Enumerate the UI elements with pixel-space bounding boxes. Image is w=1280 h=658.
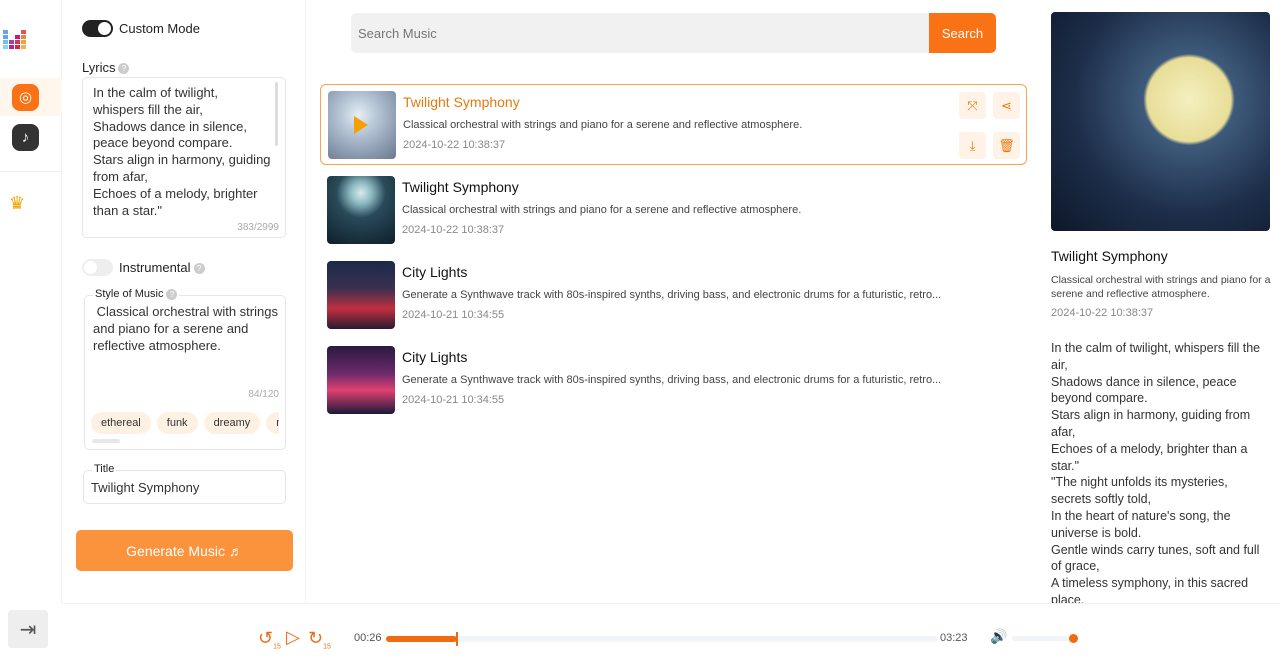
style-textarea[interactable]: Style of Music? Classical orchestral wit… [84,288,286,450]
tag[interactable]: funk [156,412,198,434]
song-item[interactable]: City Lights Generate a Synthwave track w… [320,255,1027,336]
generate-music-button[interactable]: Generate Music ♬ [76,530,293,571]
style-label: Style of Music? [93,288,180,300]
divider [0,171,62,172]
rail-library[interactable]: ♪ [0,118,62,156]
detail-date: 2024-10-22 10:38:37 [1051,307,1154,319]
expand-icon[interactable]: ⤧ [959,92,986,119]
tag[interactable]: ma [266,412,279,434]
title-input[interactable]: Title Twilight Symphony [83,463,286,504]
trash-icon[interactable]: 🗑 [993,132,1020,159]
rail-create-music[interactable]: ◎ [0,78,62,116]
tags-scrollbar[interactable] [92,439,120,443]
skip-forward-15-icon[interactable]: ↻15 [308,628,331,651]
song-thumbnail[interactable] [327,346,395,414]
title-label: Title [92,463,117,475]
song-thumbnail[interactable] [327,261,395,329]
duration: 03:23 [940,632,968,644]
song-title: City Lights [402,349,468,365]
song-title: Twilight Symphony [403,94,520,110]
current-time: 00:26 [354,632,382,644]
music-disc-icon: ◎ [12,83,39,111]
song-date: 2024-10-22 10:38:37 [402,224,505,236]
song-thumbnail[interactable] [327,176,395,244]
song-thumbnail[interactable] [328,91,396,159]
song-date: 2024-10-21 10:34:55 [402,394,505,406]
song-description: Classical orchestral with strings and pi… [403,119,803,131]
music-note-wave-icon: ♪ [12,123,39,151]
instrumental-label: Instrumental? [119,260,205,275]
song-description: Generate a Synthwave track with 80s-insp… [402,374,942,386]
volume-icon[interactable]: 🔊 [990,628,1007,645]
style-count: 84/120 [248,389,279,400]
side-rail: ◎ ♪ ♛ ⇥ [0,0,62,648]
song-description: Classical orchestral with strings and pi… [402,204,802,216]
style-tags: ethereal funk dreamy ma [91,412,279,434]
tag[interactable]: dreamy [203,412,261,434]
song-date: 2024-10-22 10:38:37 [403,139,506,151]
skip-back-15-icon[interactable]: ↺15 [258,628,281,651]
help-icon: ? [118,63,130,75]
progress-slider[interactable] [386,632,938,646]
download-icon[interactable]: ⤓ [959,132,986,159]
audio-player: ↺15 ▷ ↻15 00:26 03:23 🔊 [62,603,1280,658]
search-button[interactable]: Search [929,13,996,53]
detail-lyrics: In the calm of twilight, whispers fill t… [1051,341,1261,603]
song-title: City Lights [402,264,468,280]
exit-icon[interactable]: ⇥ [8,610,48,648]
app-logo [3,25,29,49]
play-button[interactable]: ▷ [286,627,300,648]
song-item[interactable]: Twilight Symphony Classical orchestral w… [320,170,1027,251]
song-date: 2024-10-21 10:34:55 [402,309,505,321]
tag[interactable]: ethereal [91,412,151,434]
song-item[interactable]: Twilight Symphony Classical orchestral w… [320,84,1027,165]
song-title: Twilight Symphony [402,179,519,195]
custom-mode-toggle[interactable] [82,20,113,37]
instrumental-toggle[interactable] [82,259,113,276]
share-icon[interactable]: ⋖ [993,92,1020,119]
lyrics-count: 383/2999 [237,222,279,233]
volume-slider[interactable] [1012,634,1078,643]
detail-title: Twilight Symphony [1051,248,1168,264]
custom-mode-label: Custom Mode [119,21,200,36]
song-cover-image [1051,12,1270,231]
song-detail-panel: Twilight Symphony Classical orchestral w… [1040,0,1280,603]
search-input[interactable] [351,13,929,53]
create-panel: Custom Mode Lyrics? In the calm of twili… [62,0,306,603]
help-icon: ? [166,288,178,300]
play-icon [354,116,368,134]
scrollbar[interactable] [275,82,278,146]
crown-icon[interactable]: ♛ [9,193,25,214]
song-description: Generate a Synthwave track with 80s-insp… [402,289,942,301]
help-icon: ? [193,263,205,275]
song-item[interactable]: City Lights Generate a Synthwave track w… [320,340,1027,421]
lyrics-textarea[interactable]: In the calm of twilight, whispers fill t… [82,77,286,238]
detail-description: Classical orchestral with strings and pi… [1051,274,1271,300]
lyrics-label: Lyrics? [82,60,130,75]
